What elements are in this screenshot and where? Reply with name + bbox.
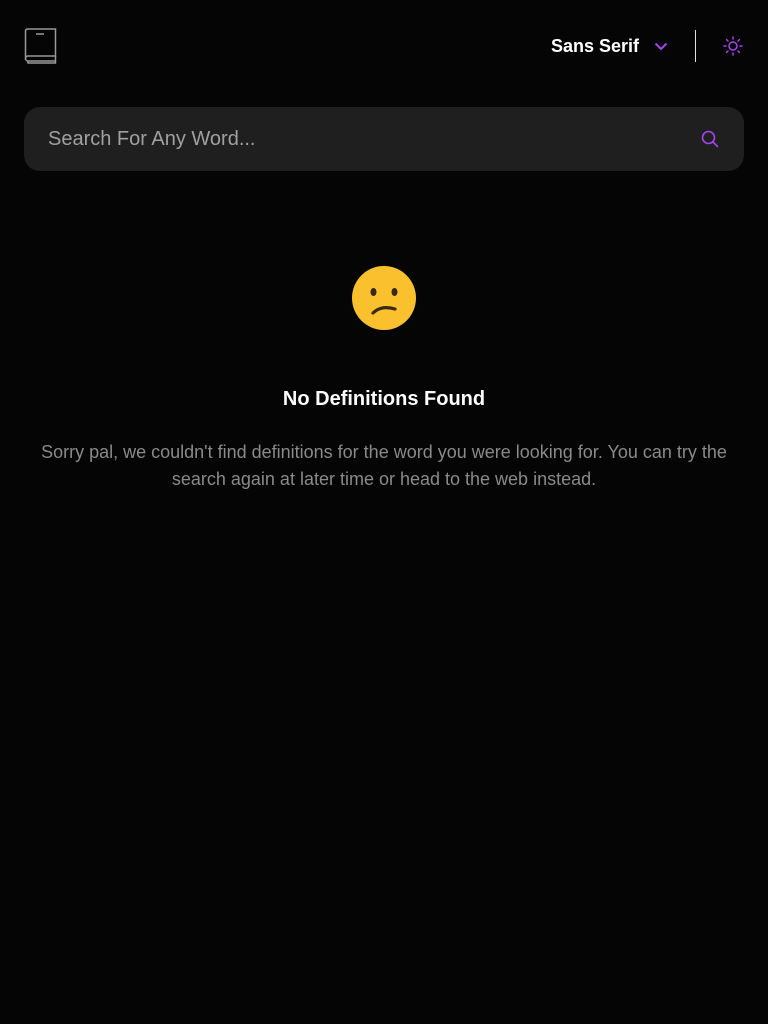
header-divider bbox=[695, 30, 696, 62]
confused-face-icon bbox=[352, 266, 416, 330]
search-icon[interactable] bbox=[700, 129, 720, 149]
chevron-down-icon bbox=[653, 38, 669, 54]
font-select-label: Sans Serif bbox=[550, 35, 639, 56]
search-input[interactable] bbox=[48, 127, 700, 151]
header-controls: Sans Serif bbox=[551, 30, 744, 62]
book-icon[interactable] bbox=[24, 26, 58, 66]
empty-state-message: Sorry pal, we couldn't find definitions … bbox=[41, 442, 727, 489]
empty-state: No Definitions Found Sorry pal, we could… bbox=[24, 265, 744, 493]
empty-state-title: No Definitions Found bbox=[282, 388, 486, 410]
sun-icon[interactable] bbox=[722, 35, 744, 57]
font-family-select[interactable]: Sans Serif bbox=[551, 36, 669, 57]
search-bar bbox=[24, 107, 744, 171]
app-header: Sans Serif bbox=[24, 24, 744, 68]
